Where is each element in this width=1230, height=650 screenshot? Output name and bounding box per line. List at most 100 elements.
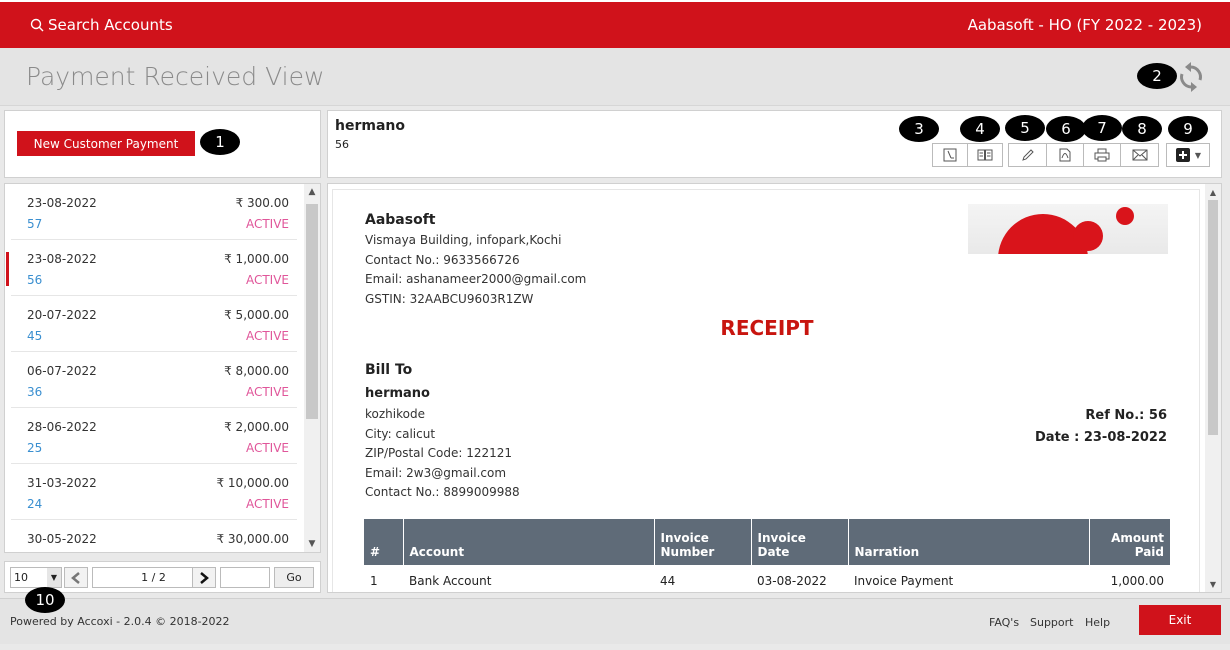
scroll-up-icon[interactable]: ▲ xyxy=(1205,184,1221,200)
list-item[interactable]: 06-07-2022 ₹ 8,000.00 36 ACTIVE xyxy=(11,352,297,408)
support-link[interactable]: Support xyxy=(1030,616,1073,629)
printer-icon xyxy=(1094,148,1110,162)
bill-to-email: Email: 2w3@gmail.com xyxy=(365,466,507,480)
column-header: Narration xyxy=(848,519,1090,565)
top-bar: Search Accounts Aabasoft - HO (FY 2022 -… xyxy=(0,0,1230,48)
goto-page-input[interactable] xyxy=(220,567,270,588)
faq-link[interactable]: FAQ's xyxy=(989,616,1019,629)
callout-badge: 2 xyxy=(1137,63,1177,89)
callout-badge: 9 xyxy=(1168,116,1208,142)
bill-to-city: City: calicut xyxy=(365,427,436,441)
list-scrollbar[interactable]: ▲ ▼ xyxy=(304,184,320,552)
prev-page-button[interactable] xyxy=(64,567,88,588)
callout-badge: 7 xyxy=(1082,115,1122,141)
preview-scroll-thumb[interactable] xyxy=(1208,200,1218,435)
list-item[interactable]: 20-07-2022 ₹ 5,000.00 45 ACTIVE xyxy=(11,296,297,352)
column-header: Amount Paid xyxy=(1089,519,1170,565)
receipt-date: Date : 23-08-2022 xyxy=(1035,430,1167,445)
callout-badge: 1 xyxy=(200,129,240,155)
refresh-icon xyxy=(1180,62,1202,92)
column-header: # xyxy=(364,519,404,565)
help-link[interactable]: Help xyxy=(1085,616,1110,629)
new-payment-panel: New Customer Payment xyxy=(4,110,321,178)
list-item-status: ACTIVE xyxy=(245,273,289,287)
list-item-date: 23-08-2022 xyxy=(27,196,97,210)
column-header: Account xyxy=(403,519,655,565)
list-item-amount: ₹ 8,000.00 xyxy=(224,364,289,378)
page-title: Payment Received View xyxy=(26,62,325,91)
edit-button[interactable] xyxy=(1008,143,1047,167)
list-item-amount: ₹ 5,000.00 xyxy=(224,308,289,322)
go-button[interactable]: Go xyxy=(274,567,314,588)
list-item-date: 23-08-2022 xyxy=(27,252,97,266)
chevron-left-icon xyxy=(71,571,80,584)
company-selector[interactable]: Aabasoft - HO (FY 2022 - 2023) xyxy=(968,16,1202,34)
receipt-table: # Account Invoice Number Invoice Date Na… xyxy=(364,519,1170,592)
list-item-number: 36 xyxy=(27,385,43,399)
scroll-down-icon[interactable]: ▼ xyxy=(304,536,320,552)
list-scroll-thumb[interactable] xyxy=(306,204,318,419)
list-item-number: 25 xyxy=(27,441,43,455)
company-name: Aabasoft xyxy=(365,212,436,228)
company-email: Email: ashanameer2000@gmail.com xyxy=(365,272,587,286)
history-icon xyxy=(943,148,957,162)
list-item-status: ACTIVE xyxy=(245,329,289,343)
envelope-icon xyxy=(1132,149,1147,161)
bill-to-zip: ZIP/Postal Code: 122121 xyxy=(365,446,513,460)
list-item-number: 45 xyxy=(27,329,43,343)
pencil-icon xyxy=(1021,149,1034,161)
company-logo xyxy=(968,204,1168,254)
column-header: Invoice Number xyxy=(654,519,752,565)
bill-to-address: kozhikode xyxy=(365,407,425,421)
callout-badge: 6 xyxy=(1046,116,1086,142)
company-gstin: GSTIN: 32AABCU9603R1ZW xyxy=(365,292,534,306)
receipt-paper: Aabasoft Vismaya Building, infopark,Koch… xyxy=(332,189,1200,592)
list-item[interactable]: 23-08-2022 ₹ 1,000.00 56 ACTIVE xyxy=(6,240,297,296)
callout-badge: 3 xyxy=(899,116,939,142)
list-item-date: 31-03-2022 xyxy=(27,476,97,490)
next-page-button[interactable] xyxy=(192,567,216,588)
list-item-status: ACTIVE xyxy=(245,385,289,399)
history-button[interactable] xyxy=(932,143,968,167)
search-icon xyxy=(30,18,44,32)
more-actions-dropdown[interactable]: ▼ xyxy=(1166,143,1210,167)
pdf-button[interactable] xyxy=(1046,143,1084,167)
scroll-down-icon[interactable]: ▼ xyxy=(1205,576,1221,592)
payment-number: 56 xyxy=(335,138,349,151)
list-item-date: 30-05-2022 xyxy=(27,532,97,546)
list-item[interactable]: 30-05-2022 ₹ 30,000.00 xyxy=(11,520,297,552)
table-cell: Bank Account xyxy=(409,574,492,588)
payment-list: 23-08-2022 ₹ 300.00 57 ACTIVE 23-08-2022… xyxy=(4,183,321,553)
pdf-icon xyxy=(1059,148,1071,162)
exit-button[interactable]: Exit xyxy=(1139,605,1221,635)
list-item[interactable]: 28-06-2022 ₹ 2,000.00 25 ACTIVE xyxy=(11,408,297,464)
table-cell: Invoice Payment xyxy=(854,574,954,588)
powered-by: Powered by Accoxi - 2.0.4 © 2018-2022 xyxy=(10,615,230,628)
list-item[interactable]: 23-08-2022 ₹ 300.00 57 ACTIVE xyxy=(11,184,297,240)
journal-button[interactable] xyxy=(967,143,1003,167)
search-accounts-button[interactable]: Search Accounts xyxy=(30,16,173,34)
chevron-down-icon: ▼ xyxy=(1194,150,1202,160)
list-item-date: 06-07-2022 xyxy=(27,364,97,378)
list-item[interactable]: 31-03-2022 ₹ 10,000.00 24 ACTIVE xyxy=(11,464,297,520)
scroll-up-icon[interactable]: ▲ xyxy=(304,184,320,200)
table-cell: 1 xyxy=(370,574,378,588)
new-customer-payment-button[interactable]: New Customer Payment xyxy=(17,131,195,156)
list-item-amount: ₹ 10,000.00 xyxy=(216,476,289,490)
refresh-button[interactable] xyxy=(1176,60,1206,94)
column-header: Invoice Date xyxy=(751,519,849,565)
page-size-select[interactable]: 10 ▼ xyxy=(10,567,62,588)
journal-icon xyxy=(977,149,993,161)
receipt-preview: Aabasoft Vismaya Building, infopark,Koch… xyxy=(327,183,1222,593)
list-item-amount: ₹ 2,000.00 xyxy=(224,420,289,434)
callout-badge: 4 xyxy=(960,116,1000,142)
list-item-status: ACTIVE xyxy=(245,217,289,231)
company-contact: Contact No.: 9633566726 xyxy=(365,253,520,267)
list-item-status: ACTIVE xyxy=(245,441,289,455)
email-button[interactable] xyxy=(1120,143,1159,167)
bill-to-name: hermano xyxy=(365,386,430,401)
page-size-value: 10 xyxy=(14,571,28,584)
preview-scrollbar[interactable]: ▲ ▼ xyxy=(1205,184,1221,592)
print-button[interactable] xyxy=(1083,143,1121,167)
table-cell: 03-08-2022 xyxy=(757,574,827,588)
